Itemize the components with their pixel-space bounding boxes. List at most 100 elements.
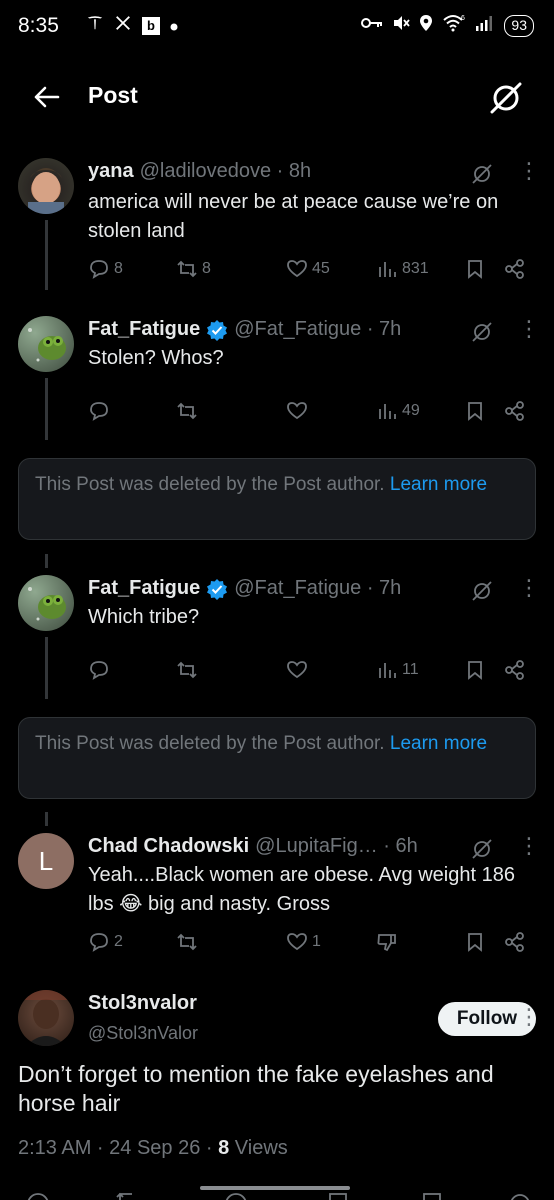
author-name[interactable]: Fat_Fatigue [88, 577, 200, 600]
reply-icon [90, 260, 108, 279]
views-button[interactable]: 49 [376, 400, 464, 422]
avatar[interactable] [18, 575, 74, 631]
bookmark-icon [468, 933, 482, 952]
tweet-text: Which tribe? [88, 606, 200, 628]
main-post-author-name[interactable]: Stol3nvalor [88, 992, 197, 1015]
like-button[interactable] [286, 400, 376, 422]
author-handle[interactable]: @Fat_Fatigue · 7h [234, 318, 401, 341]
post-timestamp: 2:13 AM · 24 Sep 26 · 8 Views [18, 1137, 288, 1160]
learn-more-link[interactable]: Learn more [390, 733, 487, 754]
battery-indicator: 93 [504, 14, 534, 37]
tweet-3[interactable]: Fat_Fatigue @Fat_Fatigue · 7h ⋮ Which tr… [0, 567, 554, 699]
avatar[interactable] [18, 316, 74, 372]
reply-button[interactable] [88, 659, 176, 681]
tweet-text: america will never be at peace cause we’… [88, 191, 499, 242]
author-name[interactable]: Chad Chadowski [88, 835, 249, 858]
wifi-icon: 6 [442, 14, 466, 37]
repost-count: 8 [202, 260, 211, 277]
heart-icon[interactable] [225, 1193, 247, 1200]
avatar[interactable] [18, 158, 74, 214]
share-button[interactable] [504, 659, 534, 681]
more-icon[interactable]: ⋮ [518, 1004, 540, 1030]
bookmark-button[interactable] [464, 400, 504, 422]
like-button[interactable]: 45 [286, 258, 376, 280]
more-icon[interactable]: ⋮ [518, 575, 540, 601]
tweet-1[interactable]: yana @ladilovedove · 8h ⋮ america will n… [0, 150, 554, 290]
grok-button[interactable] [486, 78, 526, 118]
main-post-avatar[interactable] [18, 990, 74, 1046]
author-name[interactable]: yana [88, 160, 134, 183]
avatar[interactable]: L [18, 833, 74, 889]
tweet-2[interactable]: Fat_Fatigue @Fat_Fatigue · 7h ⋮ Stolen? … [0, 308, 554, 440]
dot-icon [170, 15, 178, 36]
battery-level: 93 [511, 16, 527, 33]
like-count: 1 [312, 933, 321, 950]
main-post-author-handle[interactable]: @Stol3nValor [88, 1023, 198, 1044]
share-button[interactable] [504, 258, 534, 280]
views-count: 49 [402, 402, 420, 419]
tweet-4[interactable]: L Chad Chadowski @LupitaFig… · 6h ⋮ Yeah… [0, 825, 554, 965]
like-button[interactable] [286, 659, 376, 681]
avatar-letter: L [38, 846, 54, 876]
reply-count: 2 [114, 933, 123, 950]
grok-icon [490, 82, 522, 114]
bookmark-button[interactable] [464, 659, 504, 681]
views-label: Views [229, 1137, 288, 1159]
more-icon[interactable]: ⋮ [518, 158, 540, 184]
repost-button[interactable]: 8 [176, 258, 286, 280]
like-count: 45 [312, 260, 330, 277]
author-handle[interactable]: @LupitaFig… · 6h [255, 835, 418, 858]
author-name[interactable]: Fat_Fatigue [88, 318, 200, 341]
like-button[interactable]: 1 [286, 931, 376, 953]
more-icon[interactable]: ⋮ [518, 316, 540, 342]
reply-count: 8 [114, 260, 123, 277]
status-bar: 8:35 b 6 93 [0, 0, 554, 54]
share-icon [505, 259, 524, 279]
learn-more-link[interactable]: Learn more [390, 474, 487, 495]
share-icon [505, 660, 524, 680]
reply-icon[interactable] [27, 1193, 49, 1200]
bookmark-icon[interactable] [329, 1193, 347, 1200]
main-post-text: Don’t forget to mention the fake eyelash… [18, 1061, 494, 1116]
repost-icon[interactable] [116, 1192, 132, 1200]
views-button[interactable]: 11 [376, 659, 464, 681]
back-button[interactable] [30, 80, 64, 114]
share-icon[interactable] [510, 1194, 530, 1200]
downvote-button[interactable] [376, 931, 464, 953]
share-icon [505, 401, 524, 421]
grok-icon[interactable] [468, 318, 496, 346]
heart-icon [287, 402, 307, 420]
views-count: 11 [402, 661, 419, 678]
views-count: 8 [218, 1137, 230, 1159]
reply-button[interactable]: 8 [88, 258, 176, 280]
repost-button[interactable] [176, 400, 286, 422]
repost-icon [177, 933, 197, 951]
scroll-handle [200, 1186, 350, 1190]
tweet-text: Yeah....Black women are obese. Avg weigh… [88, 864, 515, 915]
bookmark-icon[interactable] [423, 1193, 441, 1200]
grok-icon[interactable] [468, 577, 496, 605]
views-button[interactable]: 831 [376, 258, 464, 280]
share-button[interactable] [504, 400, 534, 422]
repost-button[interactable] [176, 659, 286, 681]
author-handle[interactable]: @Fat_Fatigue · 7h [234, 577, 401, 600]
bookmark-button[interactable] [464, 931, 504, 953]
status-left-icons: b [86, 14, 178, 37]
post-time: 2:13 AM · 24 Sep 26 · [18, 1137, 219, 1159]
bookmark-icon [468, 402, 482, 421]
reply-icon [90, 402, 108, 421]
grok-icon[interactable] [468, 835, 496, 863]
thread-line [45, 378, 48, 440]
more-icon[interactable]: ⋮ [518, 833, 540, 859]
reply-button[interactable]: 2 [88, 931, 176, 953]
reply-button[interactable] [88, 400, 176, 422]
verified-badge-icon [207, 319, 228, 341]
grok-icon[interactable] [468, 160, 496, 188]
share-button[interactable] [504, 931, 534, 953]
author-handle[interactable]: @ladilovedove · 8h [140, 160, 312, 183]
bottom-action-bar [0, 1186, 554, 1200]
thread-line [45, 554, 48, 568]
bookmark-button[interactable] [464, 258, 504, 280]
deleted-notice-text: This Post was deleted by the Post author… [35, 733, 390, 754]
repost-button[interactable] [176, 931, 286, 953]
